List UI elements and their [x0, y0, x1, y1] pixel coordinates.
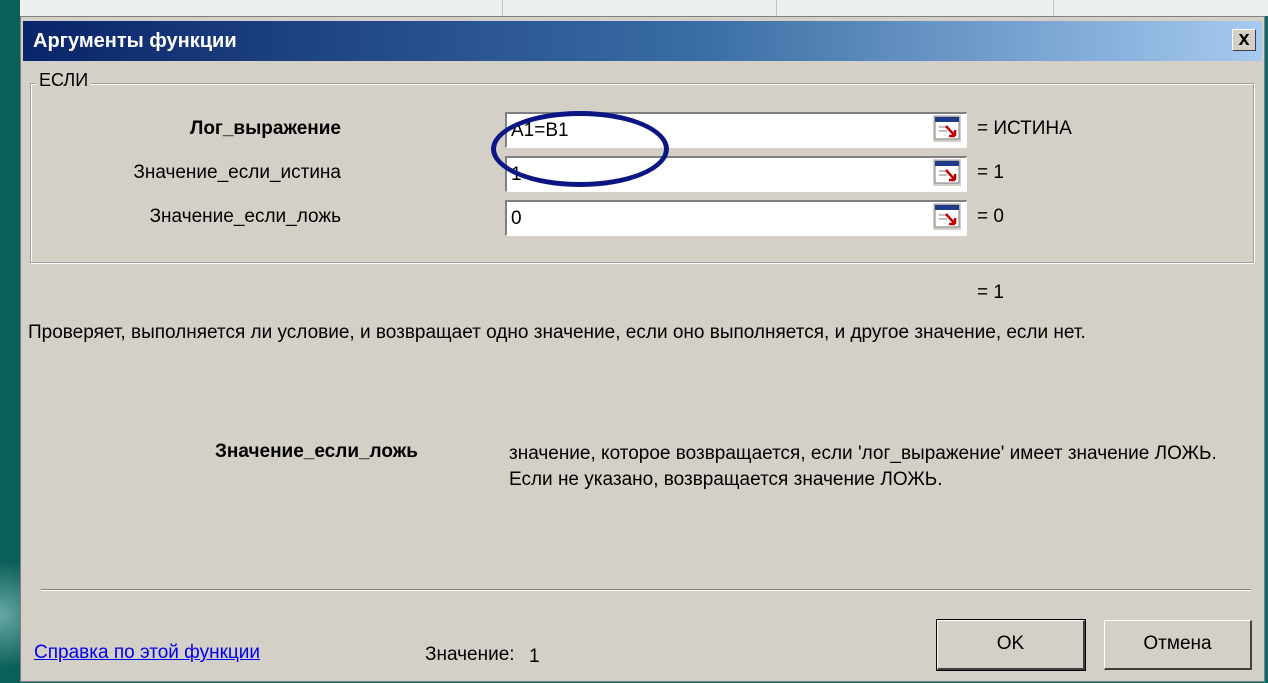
- footer-separator: [41, 589, 1251, 591]
- collapse-dialog-button[interactable]: [933, 203, 961, 230]
- function-name-label: ЕСЛИ: [36, 70, 92, 91]
- collapse-dialog-button[interactable]: [933, 159, 961, 186]
- argument-help-text: значение, которое возвращается, если 'ло…: [509, 443, 1217, 490]
- cell-reference-icon: [934, 204, 960, 228]
- grid-line: [776, 0, 777, 16]
- argument-result: = ИСТИНА: [977, 118, 1072, 139]
- slide-left-border: [0, 0, 60, 683]
- spreadsheet-background: [0, 0, 1268, 16]
- function-arguments-dialog: Аргументы функции x ЕСЛИ Лог_выражение A…: [20, 16, 1265, 682]
- close-button[interactable]: x: [1232, 29, 1256, 51]
- value-result: 1: [529, 646, 540, 667]
- value-if-false-input[interactable]: 0: [505, 200, 967, 236]
- close-icon: x: [1238, 28, 1250, 50]
- value-label: Значение:: [425, 644, 515, 665]
- argument-label: Значение_если_истина: [133, 162, 341, 183]
- grid-line: [1053, 0, 1054, 16]
- argument-label: Лог_выражение: [189, 118, 341, 139]
- function-help-link[interactable]: Справка по этой функции: [34, 642, 260, 664]
- function-description: Проверяет, выполняется ли условие, и воз…: [28, 322, 1086, 343]
- cancel-button[interactable]: Отмена: [1104, 620, 1252, 670]
- cell-reference-icon: [934, 116, 960, 140]
- formula-result: = 1: [977, 282, 1004, 303]
- dialog-titlebar[interactable]: Аргументы функции x: [23, 21, 1262, 61]
- ok-button[interactable]: OK: [936, 619, 1086, 671]
- argument-result: = 1: [977, 162, 1004, 183]
- argument-row-value-if-false: Значение_если_ложь 0 = 0: [21, 198, 1121, 238]
- argument-help-name: Значение_если_ложь: [215, 441, 418, 462]
- argument-label: Значение_если_ложь: [149, 206, 341, 227]
- cell-reference-icon: [934, 160, 960, 184]
- highlight-ellipse-annotation: [491, 111, 669, 187]
- dialog-title: Аргументы функции: [33, 30, 237, 52]
- argument-result: = 0: [977, 206, 1004, 227]
- collapse-dialog-button[interactable]: [933, 115, 961, 142]
- grid-line: [502, 0, 503, 16]
